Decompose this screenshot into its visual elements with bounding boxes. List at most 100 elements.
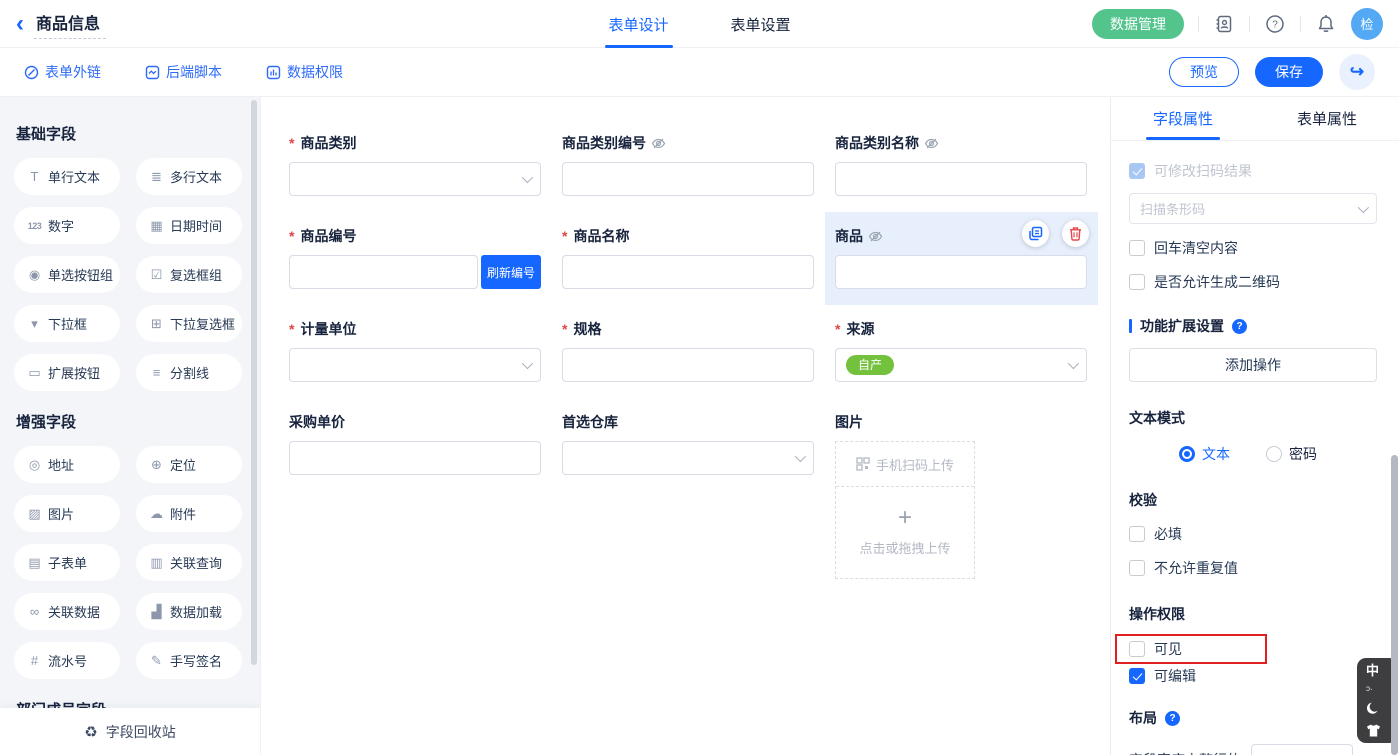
form-toolbar: 表单外链 后端脚本 数据权限 预览 保存 ↪ xyxy=(0,48,1399,97)
required-checkbox[interactable]: 必填 xyxy=(1129,524,1377,544)
category-number-input[interactable] xyxy=(562,162,814,196)
tab-form-properties[interactable]: 表单属性 xyxy=(1255,97,1399,140)
category-name-input[interactable] xyxy=(835,162,1087,196)
field-item-linked-data[interactable]: ∞关联数据 xyxy=(14,593,120,630)
field-item-data-load[interactable]: ▟数据加载 xyxy=(136,593,242,630)
field-recycle-bin[interactable]: ♻ 字段回收站 xyxy=(0,708,260,755)
field-item-subform[interactable]: ▤子表单 xyxy=(14,544,120,581)
window-scrollbar[interactable] xyxy=(1391,455,1398,755)
product-number-input[interactable] xyxy=(289,255,478,289)
tab-field-properties[interactable]: 字段属性 xyxy=(1111,97,1255,140)
field-product-category[interactable]: *商品类别 xyxy=(289,133,541,196)
tab-form-settings[interactable]: 表单设置 xyxy=(731,0,791,48)
translate-icon[interactable]: 中 xyxy=(1366,664,1379,677)
tab-form-design[interactable]: 表单设计 xyxy=(608,0,668,48)
delete-field-button[interactable] xyxy=(1062,220,1089,247)
sidebar-scrollbar[interactable] xyxy=(251,100,257,665)
radio-password-mode[interactable]: 密码 xyxy=(1266,444,1317,464)
field-item-image[interactable]: ▨图片 xyxy=(14,495,120,532)
field-category-number[interactable]: 商品类别编号 xyxy=(562,133,814,196)
calendar-icon: ▦ xyxy=(149,218,164,234)
field-item-select[interactable]: ▾下拉框 xyxy=(14,305,120,342)
field-spec[interactable]: *规格 xyxy=(562,319,814,382)
enter-clear-checkbox[interactable]: 回车清空内容 xyxy=(1129,238,1377,258)
field-width-select[interactable]: 1/3 xyxy=(1251,744,1353,755)
product-name-input[interactable] xyxy=(562,255,814,289)
purchase-price-input[interactable] xyxy=(289,441,541,475)
add-action-button[interactable]: 添加操作 xyxy=(1129,348,1377,382)
back-icon[interactable]: ‹ xyxy=(16,12,24,36)
help-icon[interactable]: ? xyxy=(1232,319,1247,334)
chevron-down-icon xyxy=(1068,358,1079,369)
field-unit[interactable]: *计量单位 xyxy=(289,319,541,382)
avatar[interactable]: 检 xyxy=(1351,8,1383,40)
field-item-radio-group[interactable]: ◉单选按钮组 xyxy=(14,256,120,293)
pinyin-icon[interactable]: ɔ˴ xyxy=(1366,685,1373,693)
scan-type-select[interactable]: 扫描条形码 xyxy=(1129,193,1377,224)
data-permission-link[interactable]: 数据权限 xyxy=(266,62,343,82)
notification-bell-icon[interactable] xyxy=(1315,13,1337,35)
field-warehouse[interactable]: 首选仓库 xyxy=(562,412,814,579)
editable-checkbox[interactable]: 可编辑 xyxy=(1129,666,1377,686)
field-item-serial-number[interactable]: #流水号 xyxy=(14,642,120,679)
field-item-attachment[interactable]: ☁附件 xyxy=(136,495,242,532)
data-manage-button[interactable]: 数据管理 xyxy=(1092,9,1184,39)
section-accent-bar xyxy=(1129,319,1132,333)
field-item-location[interactable]: ⊕定位 xyxy=(136,446,242,483)
save-button[interactable]: 保存 xyxy=(1255,57,1323,87)
source-select[interactable]: 自产 xyxy=(835,348,1087,382)
field-item-number[interactable]: 123数字 xyxy=(14,207,120,244)
field-item-extend-button[interactable]: ▭扩展按钮 xyxy=(14,354,120,391)
field-item-datetime[interactable]: ▦日期时间 xyxy=(136,207,242,244)
drag-upload-area[interactable]: + 点击或拖拽上传 xyxy=(836,487,974,578)
scan-upload-area[interactable]: 手机扫码上传 xyxy=(836,442,974,487)
backend-script-link[interactable]: 后端脚本 xyxy=(145,62,222,82)
field-item-multi-text[interactable]: ≣多行文本 xyxy=(136,158,242,195)
preview-button[interactable]: 预览 xyxy=(1169,57,1239,87)
warehouse-select[interactable] xyxy=(562,441,814,475)
chevron-down-icon xyxy=(522,358,533,369)
checkbox-unchecked xyxy=(1129,526,1145,542)
field-item-address[interactable]: ◎地址 xyxy=(14,446,120,483)
field-category-name[interactable]: 商品类别名称 xyxy=(835,133,1087,196)
validation-title: 校验 xyxy=(1129,490,1377,510)
chevron-down-icon xyxy=(795,451,806,462)
help-icon[interactable]: ? xyxy=(1165,711,1180,726)
spec-input[interactable] xyxy=(562,348,814,382)
visible-checkbox[interactable]: 可见 xyxy=(1129,639,1253,659)
modify-scan-result-checkbox[interactable]: 可修改扫码结果 xyxy=(1129,161,1377,181)
form-external-link[interactable]: 表单外链 xyxy=(24,62,101,82)
serial-icon: # xyxy=(27,653,42,668)
allow-qrcode-checkbox[interactable]: 是否允许生成二维码 xyxy=(1129,272,1377,292)
field-product-name[interactable]: *商品名称 xyxy=(562,226,814,289)
form-title[interactable]: 商品信息 xyxy=(34,8,106,39)
field-item-multi-select[interactable]: ⊞下拉复选框 xyxy=(136,305,242,342)
moon-icon[interactable] xyxy=(1366,701,1381,716)
no-duplicate-checkbox[interactable]: 不允许重复值 xyxy=(1129,558,1377,578)
radio-selected xyxy=(1179,446,1195,462)
field-product-selected[interactable]: 商品 xyxy=(835,226,1087,289)
product-input[interactable] xyxy=(835,255,1087,289)
unit-select[interactable] xyxy=(289,348,541,382)
field-purchase-price[interactable]: 采购单价 xyxy=(289,412,541,579)
field-item-linked-query[interactable]: ▥关联查询 xyxy=(136,544,242,581)
product-category-select[interactable] xyxy=(289,162,541,196)
field-source[interactable]: *来源 自产 xyxy=(835,319,1087,382)
copy-field-button[interactable] xyxy=(1022,220,1049,247)
image-icon: ▨ xyxy=(27,506,42,522)
field-item-signature[interactable]: ✎手写签名 xyxy=(136,642,242,679)
radio-text-mode[interactable]: 文本 xyxy=(1179,444,1230,464)
field-item-single-text[interactable]: T单行文本 xyxy=(14,158,120,195)
divider xyxy=(1198,16,1199,32)
shirt-icon[interactable] xyxy=(1366,724,1381,737)
contact-book-icon[interactable] xyxy=(1213,13,1235,35)
field-item-checkbox-group[interactable]: ☑复选框组 xyxy=(136,256,242,293)
layout-title: 布局 xyxy=(1129,708,1157,728)
field-image-upload[interactable]: 图片 手机扫码上传 + 点击或拖拽上传 xyxy=(835,412,1087,579)
divider xyxy=(1300,16,1301,32)
share-button[interactable]: ↪ xyxy=(1339,54,1375,90)
refresh-number-button[interactable]: 刷新编号 xyxy=(481,255,541,289)
field-item-divider[interactable]: ≡分割线 xyxy=(136,354,242,391)
field-product-number[interactable]: *商品编号 刷新编号 xyxy=(289,226,541,289)
help-icon[interactable]: ? xyxy=(1264,13,1286,35)
